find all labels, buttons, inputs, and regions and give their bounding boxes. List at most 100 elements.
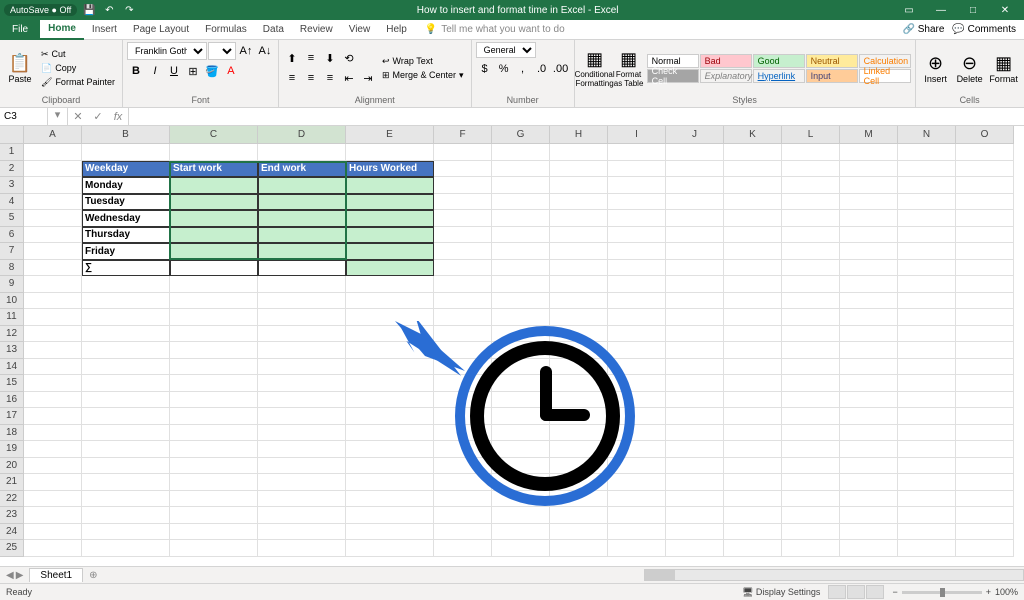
- row-header-5[interactable]: 5: [0, 210, 24, 227]
- cell-K17[interactable]: [724, 408, 782, 425]
- cell-B18[interactable]: [82, 425, 170, 442]
- format-table-button[interactable]: ▦Format as Table: [613, 43, 645, 93]
- style-explanatory[interactable]: Explanatory: [700, 69, 752, 83]
- cell-G15[interactable]: [492, 375, 550, 392]
- page-layout-view-icon[interactable]: [847, 585, 865, 599]
- cell-H15[interactable]: [550, 375, 608, 392]
- cell-D2[interactable]: End work: [258, 161, 346, 178]
- cell-I18[interactable]: [608, 425, 666, 442]
- cell-C24[interactable]: [170, 524, 258, 541]
- zoom-slider[interactable]: [902, 591, 982, 594]
- cell-L7[interactable]: [782, 243, 840, 260]
- cell-J1[interactable]: [666, 144, 724, 161]
- cell-B9[interactable]: [82, 276, 170, 293]
- cell-L10[interactable]: [782, 293, 840, 310]
- cell-D11[interactable]: [258, 309, 346, 326]
- style-linked-cell[interactable]: Linked Cell: [859, 69, 911, 83]
- cell-A19[interactable]: [24, 441, 82, 458]
- cell-M12[interactable]: [840, 326, 898, 343]
- cell-H2[interactable]: [550, 161, 608, 178]
- cell-L16[interactable]: [782, 392, 840, 409]
- cell-L6[interactable]: [782, 227, 840, 244]
- cell-N15[interactable]: [898, 375, 956, 392]
- row-header-15[interactable]: 15: [0, 375, 24, 392]
- cell-F10[interactable]: [434, 293, 492, 310]
- cut-button[interactable]: ✂ Cut: [38, 48, 118, 61]
- cell-L14[interactable]: [782, 359, 840, 376]
- merge-center-button[interactable]: ⊞ Merge & Center ▾: [379, 69, 467, 82]
- cell-O11[interactable]: [956, 309, 1014, 326]
- close-icon[interactable]: ✕: [990, 0, 1020, 20]
- number-format-select[interactable]: General: [476, 42, 536, 58]
- cell-I23[interactable]: [608, 507, 666, 524]
- cell-M25[interactable]: [840, 540, 898, 557]
- cell-K21[interactable]: [724, 474, 782, 491]
- cell-M22[interactable]: [840, 491, 898, 508]
- cell-F1[interactable]: [434, 144, 492, 161]
- cell-C15[interactable]: [170, 375, 258, 392]
- cell-N12[interactable]: [898, 326, 956, 343]
- style-neutral[interactable]: Neutral: [806, 54, 858, 68]
- cell-L4[interactable]: [782, 194, 840, 211]
- tab-view[interactable]: View: [341, 20, 379, 40]
- cell-O2[interactable]: [956, 161, 1014, 178]
- format-cells-button[interactable]: ▦Format: [988, 43, 1020, 93]
- tab-file[interactable]: File: [0, 20, 40, 40]
- cell-B20[interactable]: [82, 458, 170, 475]
- cell-C18[interactable]: [170, 425, 258, 442]
- cell-A1[interactable]: [24, 144, 82, 161]
- cell-D16[interactable]: [258, 392, 346, 409]
- cell-A16[interactable]: [24, 392, 82, 409]
- cell-K10[interactable]: [724, 293, 782, 310]
- cell-K5[interactable]: [724, 210, 782, 227]
- cell-I22[interactable]: [608, 491, 666, 508]
- row-header-20[interactable]: 20: [0, 458, 24, 475]
- cell-C13[interactable]: [170, 342, 258, 359]
- cell-M14[interactable]: [840, 359, 898, 376]
- undo-icon[interactable]: ↶: [101, 2, 117, 18]
- cell-A13[interactable]: [24, 342, 82, 359]
- style-hyperlink[interactable]: Hyperlink: [753, 69, 805, 83]
- cell-O10[interactable]: [956, 293, 1014, 310]
- cell-B10[interactable]: [82, 293, 170, 310]
- cell-B12[interactable]: [82, 326, 170, 343]
- cell-D9[interactable]: [258, 276, 346, 293]
- cell-C12[interactable]: [170, 326, 258, 343]
- cell-N13[interactable]: [898, 342, 956, 359]
- cell-J19[interactable]: [666, 441, 724, 458]
- cell-C3[interactable]: [170, 177, 258, 194]
- cell-C8[interactable]: [170, 260, 258, 277]
- normal-view-icon[interactable]: [828, 585, 846, 599]
- row-header-4[interactable]: 4: [0, 194, 24, 211]
- cell-I5[interactable]: [608, 210, 666, 227]
- cell-D7[interactable]: [258, 243, 346, 260]
- conditional-formatting-button[interactable]: ▦Conditional Formatting: [579, 43, 611, 93]
- cell-G9[interactable]: [492, 276, 550, 293]
- col-header-J[interactable]: J: [666, 126, 724, 144]
- share-button[interactable]: 🔗 Share: [902, 24, 944, 35]
- paste-button[interactable]: 📋Paste: [4, 43, 36, 93]
- row-header-9[interactable]: 9: [0, 276, 24, 293]
- cell-A20[interactable]: [24, 458, 82, 475]
- cell-C11[interactable]: [170, 309, 258, 326]
- cell-G14[interactable]: [492, 359, 550, 376]
- cell-K18[interactable]: [724, 425, 782, 442]
- cell-K23[interactable]: [724, 507, 782, 524]
- cell-M6[interactable]: [840, 227, 898, 244]
- sheet-nav-prev-icon[interactable]: ◀: [6, 570, 14, 581]
- italic-icon[interactable]: I: [146, 62, 164, 80]
- cell-N7[interactable]: [898, 243, 956, 260]
- zoom-out-icon[interactable]: −: [892, 587, 897, 597]
- cell-F16[interactable]: [434, 392, 492, 409]
- cell-H1[interactable]: [550, 144, 608, 161]
- cell-J4[interactable]: [666, 194, 724, 211]
- add-sheet-button[interactable]: ⊕: [83, 570, 103, 581]
- cell-A12[interactable]: [24, 326, 82, 343]
- cell-G1[interactable]: [492, 144, 550, 161]
- col-header-L[interactable]: L: [782, 126, 840, 144]
- row-header-21[interactable]: 21: [0, 474, 24, 491]
- cell-B4[interactable]: Tuesday: [82, 194, 170, 211]
- delete-cells-button[interactable]: ⊖Delete: [954, 43, 986, 93]
- cell-B15[interactable]: [82, 375, 170, 392]
- cell-C25[interactable]: [170, 540, 258, 557]
